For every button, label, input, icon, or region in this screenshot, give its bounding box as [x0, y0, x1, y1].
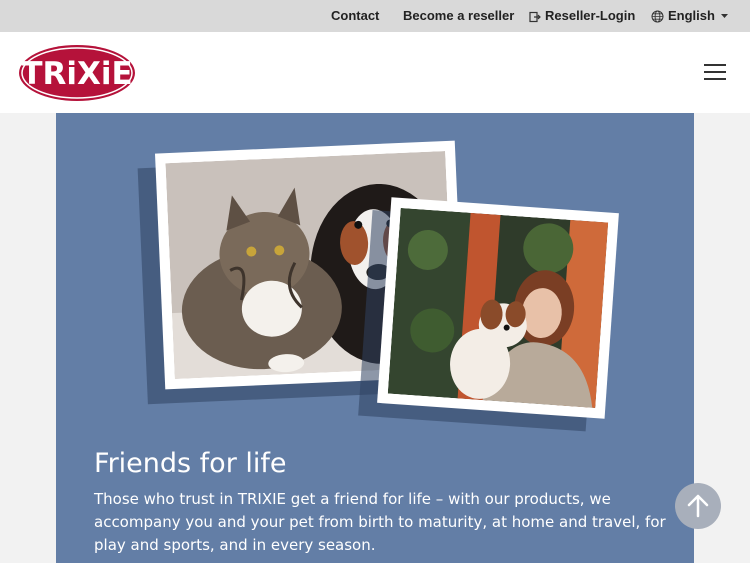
utility-bar: Contact Become a reseller Reseller-Login… [0, 0, 750, 32]
language-selector[interactable]: English [651, 8, 728, 24]
reseller-login-label: Reseller-Login [545, 8, 636, 23]
language-label: English [668, 8, 715, 23]
caret-down-icon [720, 14, 728, 19]
become-reseller-link[interactable]: Become a reseller [403, 8, 514, 24]
reseller-login-link[interactable]: Reseller-Login [529, 8, 635, 24]
globe-icon [651, 10, 664, 23]
hero-title: Friends for life [94, 448, 287, 479]
trixie-logo[interactable]: TRiXiE [18, 43, 136, 103]
login-icon [529, 11, 541, 22]
arrow-up-icon [687, 494, 709, 518]
scroll-to-top-button[interactable] [675, 483, 721, 529]
menu-icon[interactable] [704, 64, 726, 80]
woman-dog-photo [377, 197, 619, 419]
hero-section: Friends for life Those who trust in TRIX… [56, 113, 694, 563]
site-header: TRiXiE [0, 32, 750, 113]
svg-text:TRiXiE: TRiXiE [21, 56, 132, 92]
hero-description: Those who trust in TRIXIE get a friend f… [94, 490, 666, 554]
contact-link[interactable]: Contact [331, 8, 379, 24]
